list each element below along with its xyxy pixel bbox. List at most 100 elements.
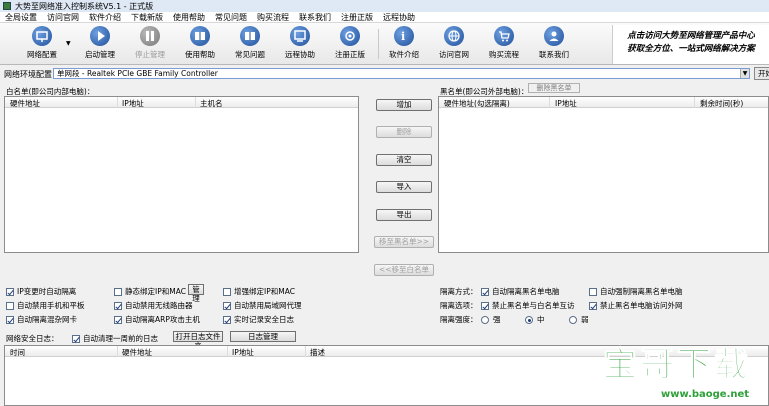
move-to-blacklist-button[interactable]: 移至黑名单>>: [374, 236, 434, 248]
checkbox-box: [6, 301, 14, 310]
checkbox-box: [589, 287, 597, 296]
menu-help[interactable]: 使用帮助: [168, 12, 210, 23]
site-watermark: 宝哥下载 www.baoge.net: [595, 337, 769, 406]
title-bar: 大势至网络准入控制系统V5.1 - 正式版: [0, 0, 769, 12]
menu-remote[interactable]: 远程协助: [378, 12, 420, 23]
menu-faq[interactable]: 常见问题: [210, 12, 252, 23]
contact-button[interactable]: 联系我们: [530, 26, 578, 62]
menu-bar: 全局设置 访问官网 软件介绍 下载新版 使用帮助 常见问题 购买流程 联系我们 …: [0, 12, 769, 23]
menu-global-settings[interactable]: 全局设置: [0, 12, 42, 23]
open-log-folder-button[interactable]: 打开日志文件夹: [173, 331, 223, 350]
blacklist-table[interactable]: 硬件地址(勾选隔离) IP地址 剩余时间(秒): [438, 96, 769, 253]
col-time[interactable]: 时间: [10, 347, 25, 358]
blacklist-header: 硬件地址(勾选隔离) IP地址 剩余时间(秒): [439, 97, 768, 108]
network-select[interactable]: 单网段 - Realtek PCIe GBE Family Controller…: [53, 68, 750, 79]
delete-blacklist-button[interactable]: 删除黑名单: [528, 83, 580, 93]
isolate-promisc-nic-checkbox[interactable]: 自动隔离混杂网卡: [6, 314, 77, 325]
faq-button[interactable]: 常见问题: [226, 26, 274, 62]
block-internet-checkbox[interactable]: 禁止黑名单电脑访问外网: [589, 300, 683, 311]
menu-contact[interactable]: 联系我们: [294, 12, 336, 23]
ip-change-isolate-checkbox[interactable]: IP变更时自动隔离: [6, 286, 76, 297]
col-ip[interactable]: IP地址: [232, 347, 254, 358]
menu-purchase[interactable]: 购买流程: [252, 12, 294, 23]
checkbox-box: [114, 301, 122, 310]
checkbox-box: [223, 301, 231, 310]
enhanced-bind-checkbox[interactable]: 增强绑定IP和MAC: [223, 286, 295, 297]
col-description[interactable]: 描述: [310, 347, 325, 358]
static-bind-checkbox[interactable]: 静态绑定IP和MAC: [114, 286, 186, 297]
visit-site-button[interactable]: 访问官网: [430, 26, 478, 62]
block-wireless-router-checkbox[interactable]: 自动禁用无线路由器: [114, 300, 193, 311]
chevron-down-icon[interactable]: ▼: [66, 40, 71, 47]
col-mac-isolate[interactable]: 硬件地址(勾选隔离): [444, 98, 510, 109]
network-row: 网络环境配置： 单网段 - Realtek PCIe GBE Family Co…: [0, 67, 769, 81]
purchase-button[interactable]: 购买流程: [480, 26, 528, 62]
globe-icon: [444, 26, 464, 46]
banner-line-1: 点击访问大势至网络管理产品中心: [627, 31, 755, 41]
clear-button[interactable]: 清空: [376, 154, 432, 166]
remote-icon: [290, 26, 310, 46]
radio-dot: [525, 315, 533, 324]
register-button[interactable]: 注册正版: [326, 26, 374, 62]
isolation-mode-label: 隔离方式：: [440, 287, 478, 296]
pause-icon: [140, 26, 160, 46]
watermark-title: 宝哥下载: [603, 345, 751, 386]
move-to-whitelist-button[interactable]: <<移至白名单: [374, 264, 434, 276]
block-black-white-checkbox[interactable]: 禁止黑名单与白名单互访: [481, 300, 575, 311]
menu-register[interactable]: 注册正版: [336, 12, 378, 23]
log-manage-button[interactable]: 日志管理: [230, 331, 296, 342]
checkbox-box: [6, 287, 14, 296]
col-ip[interactable]: IP地址: [555, 98, 577, 109]
whitelist-table[interactable]: 硬件地址 IP地址 主机名: [4, 96, 359, 253]
auto-clean-log-checkbox[interactable]: 自动清理一周前的日志: [72, 333, 158, 344]
col-hostname[interactable]: 主机名: [200, 98, 223, 109]
export-button[interactable]: 导出: [376, 209, 432, 221]
manage-button[interactable]: 管理: [188, 284, 204, 303]
menu-visit-site[interactable]: 访问官网: [42, 12, 84, 23]
strength-strong-radio[interactable]: 强: [481, 314, 501, 325]
checkbox-box: [114, 287, 122, 296]
isolate-arp-attacker-checkbox[interactable]: 自动隔离ARP攻击主机: [114, 314, 200, 325]
auto-isolate-checkbox[interactable]: 自动隔离黑名单电脑: [481, 286, 560, 297]
register-icon: [340, 26, 360, 46]
radio-dot: [481, 315, 489, 324]
help-button[interactable]: 使用帮助: [176, 26, 224, 62]
info-icon: i: [394, 26, 414, 46]
block-lan-proxy-checkbox[interactable]: 自动禁用局域网代理: [223, 300, 302, 311]
force-isolate-checkbox[interactable]: 自动强制隔离黑名单电脑: [589, 286, 683, 297]
col-ip[interactable]: IP地址: [122, 98, 144, 109]
stop-manage-button[interactable]: 停止管理: [126, 26, 174, 62]
block-mobile-checkbox[interactable]: 自动禁用手机和平板: [6, 300, 85, 311]
menu-download[interactable]: 下载新版: [126, 12, 168, 23]
about-button[interactable]: i 软件介绍: [380, 26, 428, 62]
network-config-button[interactable]: 网络配置: [18, 26, 66, 62]
delete-button[interactable]: 删除: [376, 126, 432, 138]
col-mac[interactable]: 硬件地址: [10, 98, 40, 109]
contact-icon: [544, 26, 564, 46]
strength-medium-radio[interactable]: 中: [525, 314, 545, 325]
remote-assist-button[interactable]: 远程协助: [276, 26, 324, 62]
promo-banner[interactable]: 点击访问大势至网络管理产品中心 获取全方位、一站式网络解决方案: [612, 25, 769, 64]
checkbox-box: [481, 301, 489, 310]
play-icon: [90, 26, 110, 46]
checkbox-box: [481, 287, 489, 296]
watermark-url: www.baoge.net: [661, 389, 750, 400]
start-button[interactable]: 开始: [754, 67, 769, 80]
checkbox-box: [114, 315, 122, 324]
strength-weak-radio[interactable]: 弱: [569, 314, 589, 325]
radio-dot: [569, 315, 577, 324]
chevron-down-icon[interactable]: ▼: [740, 69, 749, 78]
help-icon: [190, 26, 210, 46]
realtime-log-checkbox[interactable]: 实时记录安全日志: [223, 314, 294, 325]
start-manage-button[interactable]: 启动管理: [76, 26, 124, 62]
import-button[interactable]: 导入: [376, 181, 432, 193]
col-remaining-time[interactable]: 剩余时间(秒): [700, 98, 743, 109]
toolbar-separator: [378, 29, 379, 59]
whitelist-header: 硬件地址 IP地址 主机名: [5, 97, 358, 108]
add-button[interactable]: 增加: [376, 99, 432, 111]
menu-about[interactable]: 软件介绍: [84, 12, 126, 23]
window-title: 大势至网络准入控制系统V5.1 - 正式版: [15, 1, 154, 11]
checkbox-box: [72, 334, 80, 343]
network-icon: [32, 26, 52, 46]
col-mac[interactable]: 硬件地址: [122, 347, 152, 358]
